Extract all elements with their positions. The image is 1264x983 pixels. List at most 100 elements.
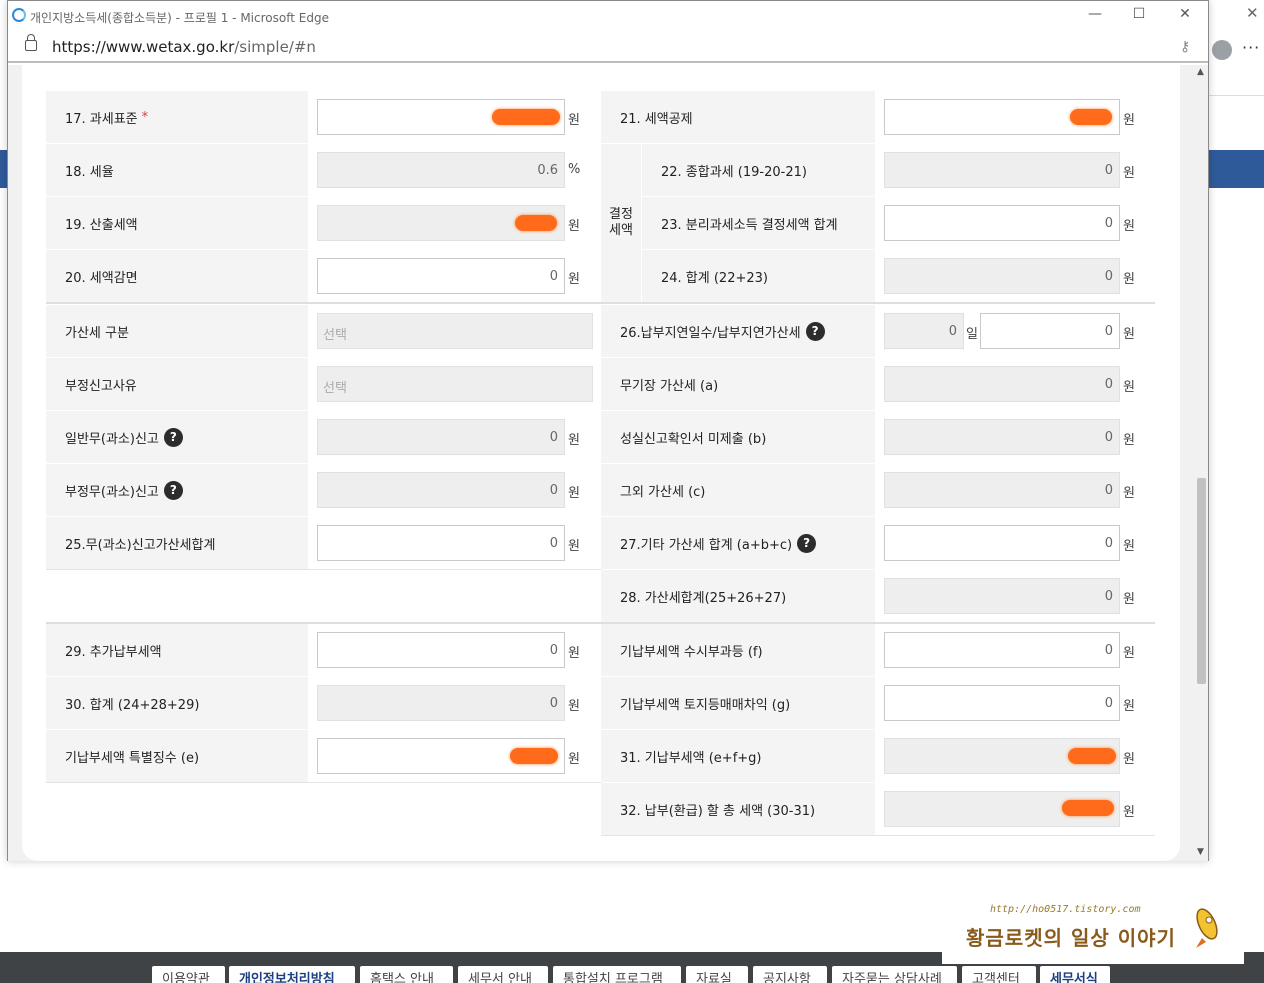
url-domain: https://www.wetax.go.kr [52, 38, 235, 56]
label-prepaid-g-text: 기납부세액 토지등매매차익 (g) [620, 697, 791, 713]
vertical-scrollbar[interactable]: ▲ ▼ [1194, 65, 1208, 861]
input-prepaid-f[interactable]: 0 [884, 632, 1120, 668]
redaction-32 [1062, 800, 1114, 816]
scroll-up-icon[interactable]: ▲ [1197, 67, 1204, 77]
label-24-text: 24. 합계 (22+23) [661, 270, 768, 286]
key-icon[interactable]: ⚷ [1180, 39, 1190, 55]
footer-link-library[interactable]: 자료실 [686, 966, 748, 983]
label-17: 17. 과세표준 * [46, 91, 308, 143]
unit-no-book: 원 [1123, 380, 1135, 395]
label-25-text: 25.무(과소)신고가산세합계 [65, 537, 216, 553]
input-30: 0 [317, 685, 565, 721]
label-26: 26.납부지연일수/납부지연가산세? [601, 305, 875, 357]
label-prepaid-f: 기납부세액 수시부과등 (f) [601, 624, 875, 676]
scroll-down-icon[interactable]: ▼ [1197, 847, 1204, 857]
help-icon-27[interactable]: ? [797, 533, 817, 553]
url-text[interactable]: https://www.wetax.go.kr/simple/#n [52, 38, 316, 56]
popup-window: 개인지방소득세(종합소득분) - 프로필 1 - Microsoft Edge … [7, 0, 1209, 861]
unit-23: 원 [1123, 219, 1135, 234]
label-general-under: 일반무(과소)신고? [46, 411, 308, 463]
input-faithful: 0 [884, 419, 1120, 455]
footer-link-forms[interactable]: 세무서식 [1040, 966, 1110, 983]
label-24: 24. 합계 (22+23) [642, 250, 875, 302]
unit-32: 원 [1123, 805, 1135, 820]
label-prepaid-e-text: 기납부세액 특별징수 (e) [65, 750, 200, 766]
input-26-delay-penalty[interactable]: 0 [980, 313, 1120, 349]
footer-link-support[interactable]: 고객센터 [962, 966, 1036, 983]
lock-icon[interactable] [25, 34, 37, 51]
help-icon-general-under[interactable]: ? [163, 427, 183, 447]
address-bar[interactable]: https://www.wetax.go.kr/simple/#n ⚷ [8, 31, 1208, 63]
label-fraud-reason-text: 부정신고사유 [65, 378, 137, 394]
redaction-31 [1068, 748, 1116, 764]
unit-29: 원 [568, 646, 580, 661]
unit-22: 원 [1123, 166, 1135, 181]
row-divider [46, 569, 601, 570]
footer-link-taxoffice[interactable]: 세무서 안내 [458, 966, 548, 983]
footer-link-privacy[interactable]: 개인정보처리방침 [229, 966, 355, 983]
footer-link-hometax[interactable]: 홈택스 안내 [360, 966, 453, 983]
label-other-penalty-text: 그외 가산세 (c) [620, 484, 706, 500]
help-icon-26[interactable]: ? [805, 321, 825, 341]
select-penalty-type[interactable]: 선택 [317, 313, 593, 349]
unit-30: 원 [568, 699, 580, 714]
maximize-button[interactable]: ☐ [1124, 6, 1154, 22]
input-other-penalty: 0 [884, 472, 1120, 508]
label-25: 25.무(과소)신고가산세합계 [46, 517, 308, 569]
label-21-text: 21. 세액공제 [620, 111, 693, 127]
label-30: 30. 합계 (24+28+29) [46, 677, 308, 729]
unit-20: 원 [568, 272, 580, 287]
input-27[interactable]: 0 [884, 525, 1120, 561]
label-27-text: 27.기타 가산세 합계 (a+b+c) [620, 537, 793, 553]
label-prepaid-e: 기납부세액 특별징수 (e) [46, 730, 308, 782]
unit-18: % [568, 162, 581, 177]
unit-25: 원 [568, 539, 580, 554]
input-prepaid-g[interactable]: 0 [884, 685, 1120, 721]
redaction-prepaid-e [510, 748, 558, 764]
scrollbar-thumb[interactable] [1197, 478, 1206, 684]
label-31-text: 31. 기납부세액 (e+f+g) [620, 750, 762, 766]
input-22: 0 [884, 152, 1120, 188]
label-19: 19. 산출세액 [46, 197, 308, 249]
background-close-icon[interactable]: ✕ [1246, 4, 1259, 22]
label-fraud-under-text: 부정무(과소)신고 [65, 484, 159, 500]
input-29[interactable]: 0 [317, 632, 565, 668]
more-options-icon[interactable]: ··· [1242, 38, 1260, 57]
input-25[interactable]: 0 [317, 525, 565, 561]
profile-avatar[interactable] [1212, 40, 1232, 60]
label-prepaid-f-text: 기납부세액 수시부과등 (f) [620, 644, 763, 660]
label-group-decision-tax: 결정 세액 [601, 144, 641, 302]
close-button[interactable]: ✕ [1170, 6, 1200, 22]
group-label-line2: 세액 [609, 223, 633, 238]
label-26-text: 26.납부지연일수/납부지연가산세 [620, 325, 801, 341]
footer-link-terms[interactable]: 이용약관 [152, 966, 225, 983]
unit-19: 원 [568, 219, 580, 234]
label-22-text: 22. 종합과세 (19-20-21) [661, 164, 807, 180]
select-fraud-reason[interactable]: 선택 [317, 366, 593, 402]
footer-link-faq[interactable]: 자주묻는 상담사례 [832, 966, 957, 983]
input-26-delay-days: 0 [884, 313, 964, 349]
label-29: 29. 추가납부세액 [46, 624, 308, 676]
label-no-book: 무기장 가산세 (a) [601, 358, 875, 410]
form-panel: 17. 과세표준 * 원 21. 세액공제 원 18. 세율 0.6 % 결정 세… [22, 65, 1180, 861]
row-divider-2 [46, 782, 601, 783]
watermark-title: 황금로켓의 일상 이야기 [966, 926, 1176, 950]
group-label-line1: 결정 [609, 207, 633, 222]
label-penalty-type: 가산세 구분 [46, 305, 308, 357]
label-fraud-reason: 부정신고사유 [46, 358, 308, 410]
label-penalty-type-text: 가산세 구분 [65, 325, 129, 341]
label-17-text: 17. 과세표준 [65, 111, 138, 127]
label-27: 27.기타 가산세 합계 (a+b+c)? [601, 517, 875, 569]
footer-link-install[interactable]: 통합설치 프로그램 [553, 966, 681, 983]
input-24: 0 [884, 258, 1120, 294]
input-20-tax-reduction[interactable]: 0 [317, 258, 565, 294]
minimize-button[interactable]: — [1080, 6, 1110, 22]
row-divider-3 [601, 835, 1155, 836]
help-icon-fraud-under[interactable]: ? [163, 480, 183, 500]
unit-prepaid-f: 원 [1123, 646, 1135, 661]
label-other-penalty: 그외 가산세 (c) [601, 464, 875, 516]
required-mark: * [141, 109, 149, 125]
footer-link-notice[interactable]: 공지사항 [753, 966, 827, 983]
label-23: 23. 분리과세소득 결정세액 합계 [642, 197, 875, 249]
input-23[interactable]: 0 [884, 205, 1120, 241]
